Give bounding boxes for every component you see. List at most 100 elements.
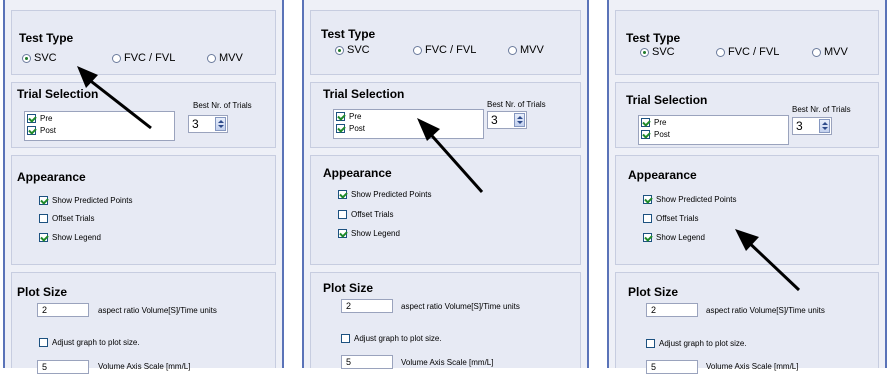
trial-selection-section: Trial Selection Pre Post Best Nr. of Tri… bbox=[11, 82, 276, 148]
plot-size-title: Plot Size bbox=[628, 285, 679, 299]
best-trials-value: 3 bbox=[192, 117, 199, 131]
appearance-section: Appearance Show Predicted Points Offset … bbox=[310, 155, 581, 265]
options-panel-2: Test Type SVC FVC / FVL MVV Trial Select… bbox=[302, 0, 589, 369]
radio-dot bbox=[640, 47, 649, 57]
offset-trials-checkbox[interactable]: Offset Trials bbox=[643, 214, 699, 223]
show-legend-checkbox[interactable]: Show Legend bbox=[338, 229, 400, 238]
best-trials-spinner[interactable]: 3 bbox=[188, 115, 228, 133]
radio-svc[interactable]: SVC bbox=[335, 44, 370, 56]
trial-list: Pre Post bbox=[24, 111, 175, 141]
radio-fvc-fvl[interactable]: FVC / FVL bbox=[413, 44, 476, 56]
radio-fvc-fvl[interactable]: FVC / FVL bbox=[716, 46, 779, 58]
show-legend-checkbox[interactable]: Show Legend bbox=[643, 233, 705, 242]
volume-axis-scale-input[interactable]: 5 bbox=[646, 360, 698, 374]
radio-svc[interactable]: SVC bbox=[640, 46, 675, 58]
trial-post-checkbox[interactable]: Post bbox=[336, 124, 365, 133]
best-trials-label: Best Nr. of Trials bbox=[487, 100, 546, 109]
checkbox bbox=[336, 124, 345, 133]
aspect-ratio-label: aspect ratio Volume[S]/Time units bbox=[706, 306, 825, 315]
offset-trials-checkbox[interactable]: Offset Trials bbox=[39, 214, 95, 223]
best-trials-value: 3 bbox=[796, 119, 803, 133]
test-type-section: Test Type SVC FVC / FVL MVV bbox=[615, 10, 879, 75]
best-trials-value: 3 bbox=[491, 113, 498, 127]
radio-mvv[interactable]: MVV bbox=[812, 46, 848, 58]
trial-selection-title: Trial Selection bbox=[323, 87, 405, 101]
checkbox bbox=[338, 190, 347, 199]
checkbox bbox=[338, 210, 347, 219]
trial-post-checkbox[interactable]: Post bbox=[641, 130, 670, 139]
volume-axis-scale-label: Volume Axis Scale [mm/L] bbox=[401, 358, 494, 367]
options-panel-1: Test Type SVC FVC / FVL MVV Trial Select… bbox=[3, 0, 284, 374]
test-type-title: Test Type bbox=[19, 31, 74, 45]
radio-fvc-fvl[interactable]: FVC / FVL bbox=[112, 52, 175, 64]
adjust-graph-checkbox[interactable]: Adjust graph to plot size. bbox=[341, 334, 442, 343]
checkbox bbox=[27, 114, 36, 123]
trial-post-checkbox[interactable]: Post bbox=[27, 126, 56, 135]
aspect-ratio-input[interactable]: 2 bbox=[341, 299, 393, 313]
trial-pre-checkbox[interactable]: Pre bbox=[27, 114, 52, 123]
adjust-graph-checkbox[interactable]: Adjust graph to plot size. bbox=[39, 338, 140, 347]
test-type-title: Test Type bbox=[321, 27, 376, 41]
checkbox bbox=[641, 130, 650, 139]
radio-dot bbox=[508, 45, 517, 55]
options-panel-3: Test Type SVC FVC / FVL MVV Trial Select… bbox=[607, 0, 887, 374]
plot-size-title: Plot Size bbox=[323, 281, 374, 295]
show-predicted-points-checkbox[interactable]: Show Predicted Points bbox=[643, 195, 737, 204]
checkbox bbox=[27, 126, 36, 135]
checkbox bbox=[39, 214, 48, 223]
plot-size-section: Plot Size 2 aspect ratio Volume[S]/Time … bbox=[615, 272, 879, 374]
radio-mvv[interactable]: MVV bbox=[207, 52, 243, 64]
show-predicted-points-checkbox[interactable]: Show Predicted Points bbox=[338, 190, 432, 199]
best-trials-spinner[interactable]: 3 bbox=[487, 111, 527, 129]
test-type-section: Test Type SVC FVC / FVL MVV bbox=[11, 10, 276, 75]
test-type-title: Test Type bbox=[626, 31, 681, 45]
appearance-title: Appearance bbox=[628, 168, 697, 182]
trial-pre-checkbox[interactable]: Pre bbox=[336, 112, 361, 121]
trial-selection-title: Trial Selection bbox=[17, 87, 99, 101]
trial-selection-section: Trial Selection Pre Post Best Nr. of Tri… bbox=[310, 82, 581, 148]
plot-size-section: Plot Size 2 aspect ratio Volume[S]/Time … bbox=[11, 272, 276, 374]
volume-axis-scale-input[interactable]: 5 bbox=[341, 355, 393, 369]
aspect-ratio-label: aspect ratio Volume[S]/Time units bbox=[401, 302, 520, 311]
radio-dot bbox=[812, 47, 821, 57]
checkbox bbox=[39, 233, 48, 242]
plot-size-title: Plot Size bbox=[17, 285, 68, 299]
trial-selection-section: Trial Selection Pre Post Best Nr. of Tri… bbox=[615, 82, 879, 148]
radio-dot bbox=[112, 53, 121, 63]
best-trials-spinner[interactable]: 3 bbox=[792, 117, 832, 135]
checkbox bbox=[646, 339, 655, 348]
radio-dot bbox=[207, 53, 216, 63]
show-legend-checkbox[interactable]: Show Legend bbox=[39, 233, 101, 242]
trial-pre-checkbox[interactable]: Pre bbox=[641, 118, 666, 127]
checkbox bbox=[39, 196, 48, 205]
radio-dot bbox=[716, 47, 725, 57]
best-trials-label: Best Nr. of Trials bbox=[193, 101, 252, 110]
offset-trials-checkbox[interactable]: Offset Trials bbox=[338, 210, 394, 219]
plot-size-section: Plot Size 2 aspect ratio Volume[S]/Time … bbox=[310, 272, 581, 369]
appearance-section: Appearance Show Predicted Points Offset … bbox=[615, 155, 879, 265]
checkbox bbox=[643, 233, 652, 242]
checkbox bbox=[641, 118, 650, 127]
radio-dot bbox=[22, 53, 31, 63]
aspect-ratio-label: aspect ratio Volume[S]/Time units bbox=[98, 306, 217, 315]
spinner-arrows-icon[interactable] bbox=[514, 113, 525, 127]
adjust-graph-checkbox[interactable]: Adjust graph to plot size. bbox=[646, 339, 747, 348]
trial-selection-title: Trial Selection bbox=[626, 93, 708, 107]
test-type-section: Test Type SVC FVC / FVL MVV bbox=[310, 10, 581, 75]
checkbox bbox=[643, 214, 652, 223]
checkbox bbox=[341, 334, 350, 343]
aspect-ratio-input[interactable]: 2 bbox=[37, 303, 89, 317]
radio-svc[interactable]: SVC bbox=[22, 52, 57, 64]
volume-axis-scale-input[interactable]: 5 bbox=[37, 360, 89, 374]
volume-axis-scale-label: Volume Axis Scale [mm/L] bbox=[706, 362, 799, 371]
aspect-ratio-input[interactable]: 2 bbox=[646, 303, 698, 317]
radio-dot bbox=[413, 45, 422, 55]
checkbox bbox=[643, 195, 652, 204]
radio-mvv[interactable]: MVV bbox=[508, 44, 544, 56]
volume-axis-scale-label: Volume Axis Scale [mm/L] bbox=[98, 362, 191, 371]
show-predicted-points-checkbox[interactable]: Show Predicted Points bbox=[39, 196, 133, 205]
checkbox bbox=[336, 112, 345, 121]
best-trials-label: Best Nr. of Trials bbox=[792, 105, 851, 114]
spinner-arrows-icon[interactable] bbox=[819, 119, 830, 133]
spinner-arrows-icon[interactable] bbox=[215, 117, 226, 131]
